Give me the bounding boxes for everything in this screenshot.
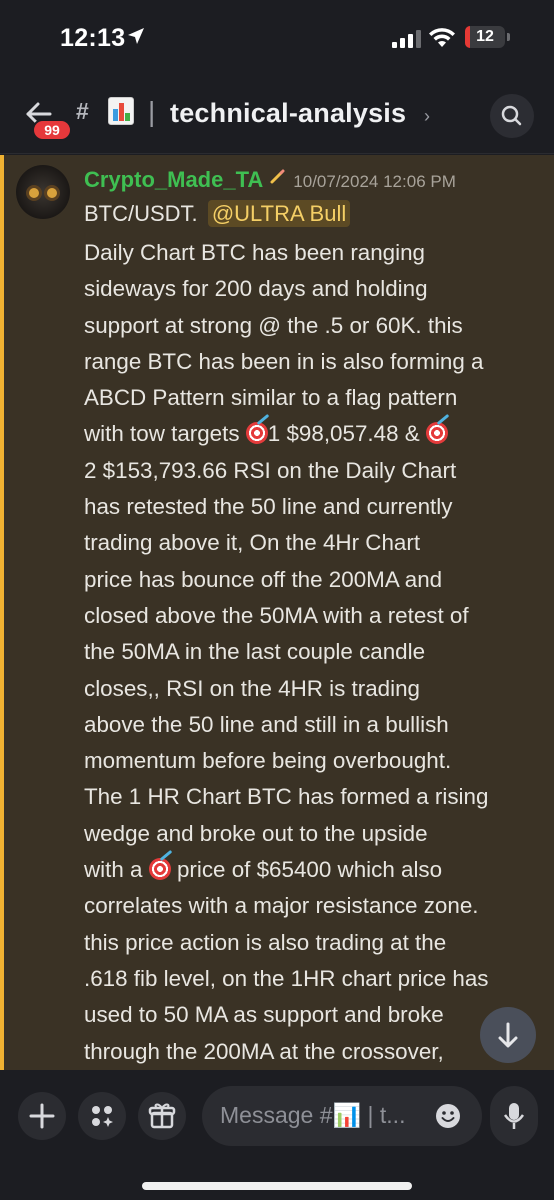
message-body-line: wedge and broke out to the upside xyxy=(84,816,544,852)
message-body-line: trading above it, On the 4Hr Chart xyxy=(84,525,544,561)
message-body-text: used to 50 MA as support and broke xyxy=(84,1002,444,1028)
message-body-line: correlates with a major resistance zone. xyxy=(84,888,544,924)
message-body-text: range BTC has been in is also forming a xyxy=(84,348,484,374)
chevron-right-icon[interactable]: › xyxy=(424,106,430,127)
message-body-line: 2 $153,793.66 RSI on the Daily Chart xyxy=(84,453,544,489)
message-body-text: trading above it, On the 4Hr Chart xyxy=(84,530,421,556)
user-mention[interactable]: @ULTRA Bull xyxy=(207,200,351,227)
wifi-icon xyxy=(429,28,455,47)
unread-badge: 99 xyxy=(32,119,72,141)
search-icon xyxy=(501,105,522,126)
message-body-text: 2 $153,793.66 RSI on the Daily Chart xyxy=(84,457,457,483)
message-body-line: support at strong @ the .5 or 60K. this xyxy=(84,308,544,344)
location-arrow-icon xyxy=(128,28,144,44)
message-composer: Message #📊 | t... xyxy=(0,1070,554,1200)
channel-header: 99 # | technical-analysis › xyxy=(0,78,554,154)
header-separator: | xyxy=(148,96,156,127)
cellular-signal-icon xyxy=(392,30,422,48)
message-body-text: The 1 HR Chart BTC has formed a rising xyxy=(84,784,489,810)
message-timestamp: 10/07/2024 12:06 PM xyxy=(293,172,456,191)
message-body-line: Daily Chart BTC has been ranging xyxy=(84,235,544,271)
message-body-text: 1 $98,057.48 & xyxy=(267,421,426,447)
message-body-text: Daily Chart BTC has been ranging xyxy=(84,240,426,265)
message-body-text: closed above the 50MA with a retest of xyxy=(84,602,469,628)
message-body-text: .618 fib level, on the 1HR chart price h… xyxy=(84,965,489,991)
message-body-line: The 1 HR Chart BTC has formed a rising xyxy=(84,779,544,815)
message-body-line: price has bounce off the 200MA and xyxy=(84,562,544,598)
message-body-text: with a xyxy=(84,857,149,883)
message-body-line: through the 200MA at the crossover, xyxy=(84,1034,544,1070)
apps-icon xyxy=(92,1106,113,1127)
message-body-text: price of $65400 which also xyxy=(170,857,443,883)
message-body-line: with tow targets 1 $98,057.48 & xyxy=(84,416,544,452)
message-body-text: support at strong @ the .5 or 60K. this xyxy=(84,312,463,338)
message-body: Daily Chart BTC has been ranging sideways… xyxy=(84,235,544,1070)
message-input-placeholder: Message #📊 | t... xyxy=(220,1102,406,1128)
gift-button[interactable] xyxy=(138,1092,186,1140)
pencil-icon xyxy=(270,169,285,184)
target-emoji-icon xyxy=(245,422,268,445)
apps-button[interactable] xyxy=(78,1092,126,1140)
message-body-text: the 50MA in the last couple candle xyxy=(84,639,426,665)
arrow-down-icon xyxy=(498,1022,518,1048)
author-name[interactable]: Crypto_Made_TA xyxy=(84,167,263,192)
message-body-line: this price action is also trading at the xyxy=(84,925,544,961)
battery-level: 12 xyxy=(476,28,494,45)
hash-icon: # xyxy=(76,98,89,124)
message-body-text: closes,, RSI on the 4HR is trading xyxy=(84,675,421,701)
avatar-eye-left xyxy=(26,185,42,201)
message-body-text: above the 50 line and still in a bullish xyxy=(84,711,449,737)
message-body-line: closes,, RSI on the 4HR is trading xyxy=(84,671,544,707)
search-button[interactable] xyxy=(490,94,534,138)
status-bar: 12:13 12 xyxy=(0,0,554,78)
message-body-text: with tow targets xyxy=(84,421,246,447)
message-body-text: has retested the 50 line and currently xyxy=(84,494,453,520)
message-body-line: above the 50 line and still in a bullish xyxy=(84,707,544,743)
microphone-icon xyxy=(503,1103,525,1129)
message-body-text: this price action is also trading at the xyxy=(84,929,447,955)
message-body-text: wedge and broke out to the upside xyxy=(84,820,428,846)
message-body-text: through the 200MA at the crossover, xyxy=(84,1038,444,1064)
message-text: BTC/USDT. xyxy=(84,201,198,226)
message-body-line: with a price of $65400 which also xyxy=(84,852,544,888)
message-header: Crypto_Made_TA 10/07/2024 12:06 PM xyxy=(84,167,456,197)
message-body-line: .618 fib level, on the 1HR chart price h… xyxy=(84,961,544,997)
message-body-text: correlates with a major resistance zone. xyxy=(84,893,479,919)
message-body-text: ABCD Pattern similar to a flag pattern xyxy=(84,385,458,411)
avatar-eye-right xyxy=(44,185,60,201)
message-input[interactable]: Message #📊 | t... xyxy=(202,1086,482,1146)
message-body-line: has retested the 50 line and currently xyxy=(84,489,544,525)
clock: 12:13 xyxy=(60,24,126,52)
gift-icon xyxy=(148,1103,176,1129)
channel-name[interactable]: technical-analysis xyxy=(170,98,406,129)
add-attachment-button[interactable] xyxy=(18,1092,66,1140)
message-list[interactable]: Crypto_Made_TA 10/07/2024 12:06 PM BTC/U… xyxy=(0,155,554,1070)
emoji-icon[interactable] xyxy=(434,1102,462,1130)
message-body-text: momentum before being overbought. xyxy=(84,748,452,774)
chart-emoji-icon xyxy=(108,97,134,125)
message-body-line: the 50MA in the last couple candle xyxy=(84,634,544,670)
message-body-text: sideways for 200 days and holding xyxy=(84,276,428,302)
message-body-line: range BTC has been in is also forming a xyxy=(84,344,544,380)
message-body-text: price has bounce off the 200MA and xyxy=(84,566,443,592)
message-body-line: closed above the 50MA with a retest of xyxy=(84,598,544,634)
message-body-line: sideways for 200 days and holding xyxy=(84,271,544,307)
message-body-line: used to 50 MA as support and broke xyxy=(84,997,544,1033)
battery-indicator: 12 xyxy=(465,26,505,48)
plus-icon xyxy=(29,1103,55,1129)
mention-highlight-bar xyxy=(0,155,4,1070)
voice-message-button[interactable] xyxy=(490,1086,538,1146)
target-emoji-icon xyxy=(148,858,171,881)
message-body-line: momentum before being overbought. xyxy=(84,743,544,779)
battery-cap xyxy=(507,33,510,41)
target-emoji-icon xyxy=(425,422,448,445)
scroll-to-bottom-button[interactable] xyxy=(480,1007,536,1063)
home-indicator xyxy=(142,1182,412,1190)
avatar[interactable] xyxy=(16,165,70,219)
message-body-line: ABCD Pattern similar to a flag pattern xyxy=(84,380,544,416)
message-first-line: BTC/USDT. @ULTRA Bull xyxy=(84,200,351,227)
